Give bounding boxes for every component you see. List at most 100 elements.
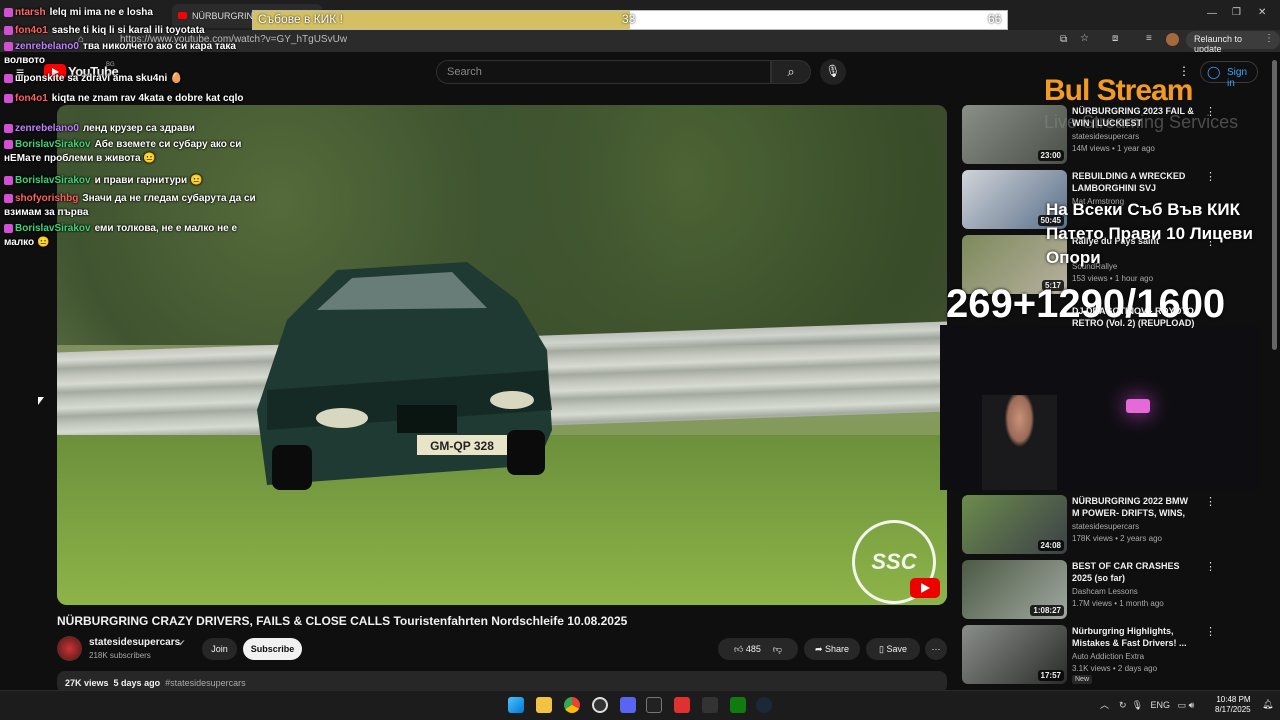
more-options-icon[interactable]: ⋮ [1205,170,1216,183]
more-icon: ⋯ [931,644,941,654]
discord-icon[interactable] [620,697,636,713]
start-icon[interactable] [508,697,524,713]
chat-username: fon4o1 [15,25,48,36]
video-thumbnail[interactable]: 1:08:27 [962,560,1067,619]
video-car-bmw: GM-QP 328 [257,262,552,490]
verified-icon: ✔ [178,638,186,648]
recommendation-card[interactable]: 1:08:27 BEST OF CAR CRASHES 2025 (so far)… [962,560,1262,620]
profile-avatar[interactable] [1166,33,1179,46]
volume-icon[interactable]: 🔊︎ [1189,700,1195,710]
chat-badge-icon [4,175,13,185]
chat-badge-icon [4,223,13,233]
video-duration: 24:08 [1037,540,1064,551]
chat-message: fon4o1 sashe ti kiq li si karal ili toyot… [4,24,269,38]
microphone-icon: 🎙 [825,64,841,78]
chat-badge-icon [4,7,13,17]
chrome-icon[interactable] [564,697,580,713]
chat-text: lelq mi ima ne e losha [49,7,153,18]
recommendation-channel[interactable]: statesidesupercars [1072,522,1139,531]
recommendation-channel[interactable]: Auto Addiction Extra [1072,652,1144,661]
thumbs-up-icon: 👍︎ [733,644,746,654]
save-button[interactable]: ▯ Save [866,638,920,660]
sub-goal-current: 33 [622,12,636,26]
video-duration: 1:08:27 [1030,605,1064,616]
notification-icon[interactable]: 🔔︎ [1262,699,1273,710]
thumbs-down-icon[interactable]: 👎︎ [773,644,782,654]
account-icon: ◯ [1207,65,1221,79]
clock-time: 10:48 PM [1216,695,1251,704]
chat-message: fon4o1 kiqta ne znam rav 4kata e dobre ka… [4,92,269,106]
terminal-icon[interactable] [646,697,662,713]
hashtag-link[interactable]: #statesidesupercars [165,678,246,688]
view-count: 27K views [65,678,109,688]
chat-username: BorislavSirakov [15,175,91,186]
channel-avatar[interactable] [57,636,82,661]
recommendation-card[interactable]: 24:08 NÜRBURGRING 2022 BMW M POWER- DRIFT… [962,495,1262,555]
steam-icon[interactable] [756,697,772,713]
recommendation-title[interactable]: BEST OF CAR CRASHES 2025 (so far) [1072,560,1194,584]
bulstream-logo: Bul Stream [1044,74,1193,107]
chat-badge-icon [4,93,13,103]
more-options-icon[interactable]: ⋮ [1205,625,1216,638]
xbox-icon[interactable] [730,697,746,713]
share-button[interactable]: ➦ Share [804,638,860,660]
system-tray[interactable]: ︿ ↻ 🎙 ENG ▭ 🔊︎ [1100,698,1194,711]
tray-app-icon[interactable]: ↻ [1119,700,1127,710]
language-indicator[interactable]: ENG [1151,700,1171,710]
more-options-icon[interactable]: ⋮ [1205,495,1216,508]
install-icon[interactable]: ⧉ [1060,34,1067,45]
bookmark-star-icon[interactable]: ☆ [1080,33,1089,44]
search-icon: ⌕ [787,64,795,79]
search-button[interactable]: ⌕ [771,60,811,84]
extensions-icon[interactable]: ⧈ [1112,33,1118,44]
subscribe-button[interactable]: Subscribe [243,638,302,660]
chat-badge-icon [4,123,13,133]
chat-message: ntarsh lelq mi ima ne e losha [4,6,269,20]
menu-kebab-icon[interactable]: ⋮ [1264,33,1274,44]
recommendation-channel[interactable]: Dashcam Lessons [1072,587,1138,596]
video-thumbnail[interactable]: 17:57 [962,625,1067,684]
chat-text: и прави гарнитури 😐 [94,175,203,186]
app-red-icon[interactable] [674,697,690,713]
taskbar-clock[interactable]: 10:48 PM 8/17/2025 [1215,695,1251,715]
mic-tray-icon[interactable]: 🎙 [1132,700,1143,710]
mouse-cursor-icon [38,397,44,405]
network-icon[interactable]: ▭ [1178,700,1187,710]
recommendation-title[interactable]: NÜRBURGRING 2022 BMW M POWER- DRIFTS, WI… [1072,495,1194,521]
close-icon[interactable]: ✕ [1258,7,1266,18]
video-thumbnail[interactable]: 24:08 [962,495,1067,554]
sub-goal-label: Събове в КИК ! [258,12,343,26]
chat-message: BorislavSirakov еми толкова, не е малко н… [4,222,269,250]
app-g-icon[interactable] [702,697,718,713]
minimize-icon[interactable]: — [1207,8,1217,19]
sub-goal-target: 66 [988,12,1002,26]
join-button[interactable]: Join [202,638,237,660]
subscriber-count: 218K subscribers [89,651,151,660]
chat-username: shofyorishbg [15,193,79,204]
more-actions-button[interactable]: ⋯ [925,638,947,660]
youtube-watermark-icon[interactable] [910,578,940,598]
like-button[interactable]: 👍︎ 485 👎︎ [718,638,798,660]
recommendation-title[interactable]: REBUILDING A WRECKED LAMBORGHINI SVJ [1072,170,1194,194]
share-icon: ➦ [814,644,825,654]
video-duration: 17:57 [1037,670,1064,681]
channel-name[interactable]: statesidesupercars [89,637,180,648]
recommendation-channel[interactable]: statesidesupercars [1072,132,1139,141]
sign-in-button[interactable]: ◯ Sign in [1200,61,1258,89]
recommendation-meta: 178K views • 2 years ago [1072,534,1162,543]
maximize-icon[interactable]: ❐ [1232,7,1241,18]
recommendation-title-partial[interactable]: DJ DRAGOTINOV - ROYOTO RETRO (Vol. 2) (R… [1072,305,1202,329]
recommendation-card[interactable]: 17:57 Nürburgring Highlights, Mistakes & … [962,625,1262,685]
media-icon[interactable]: ≡ [1146,33,1152,44]
recommendation-title[interactable]: Nürburgring Highlights, Mistakes & Fast … [1072,625,1194,649]
file-explorer-icon[interactable] [536,697,552,713]
voice-search-button[interactable]: 🎙 [820,59,846,85]
recommendation-meta: 14M views • 1 year ago [1072,144,1155,153]
chevron-up-icon[interactable]: ︿ [1100,700,1109,710]
search-input[interactable]: Search [436,60,771,84]
chat-message: шponskite sa zdravi ama sku4ni 🥚 [4,72,269,86]
webcam-light [1126,399,1150,413]
more-options-icon[interactable]: ⋮ [1205,560,1216,573]
obs-icon[interactable] [592,697,608,713]
recommendation-meta: 1.7M views • 1 month ago [1072,599,1164,608]
